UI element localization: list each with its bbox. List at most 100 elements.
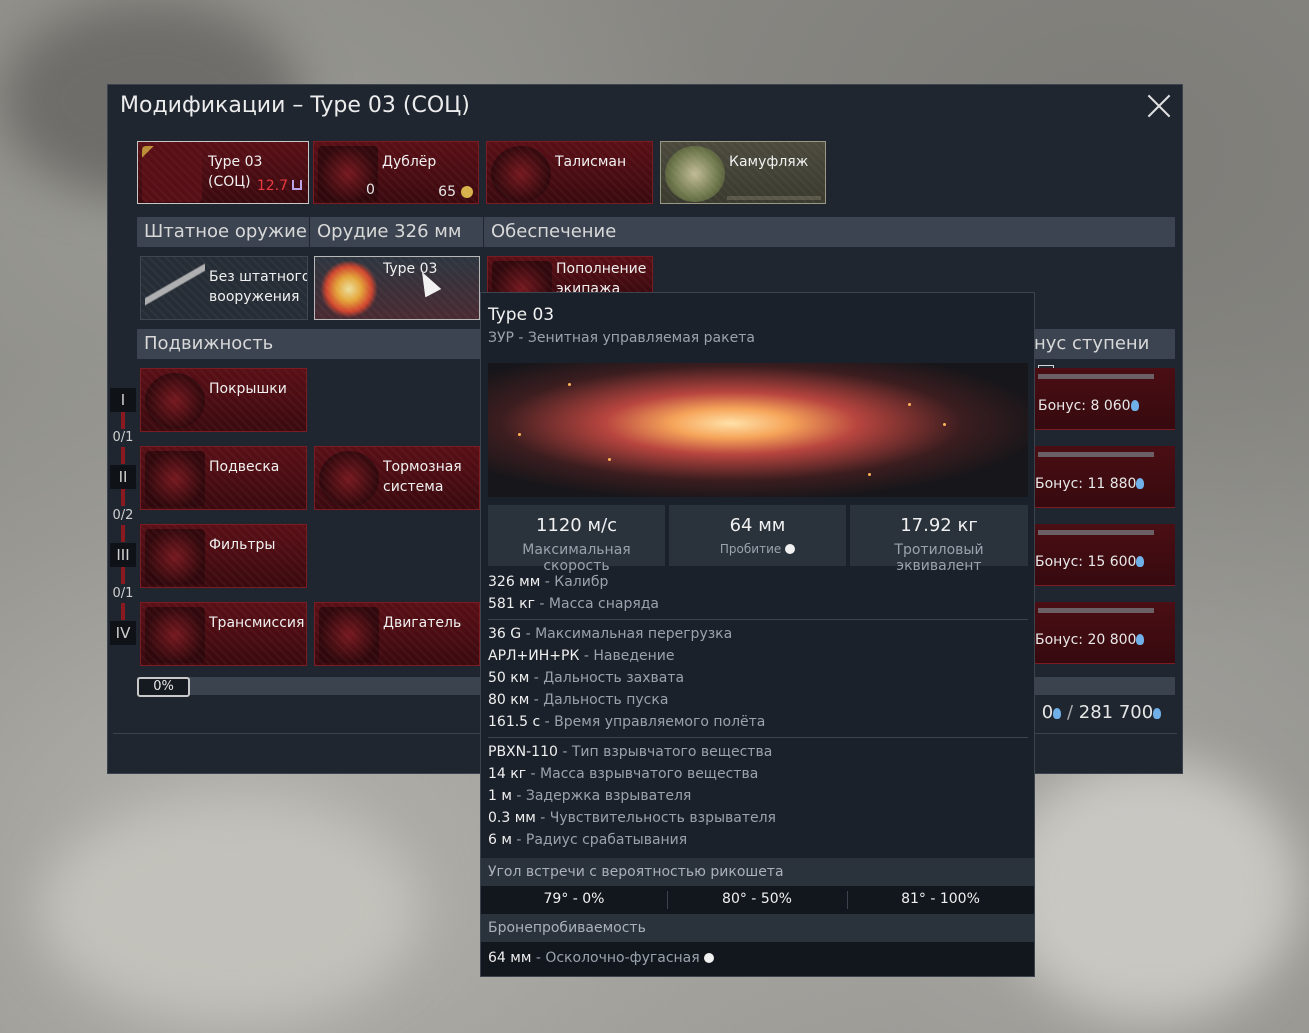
stat-speed: 1120 м/с Максимальная скорость <box>488 505 665 574</box>
penetration-value: 64 мм - Осколочно-фугасная <box>488 950 715 966</box>
vehicle-name: Type 03 (СОЦ) <box>208 154 263 190</box>
talisman-slot[interactable]: Талисман <box>486 141 653 204</box>
background-blur <box>40 800 420 1020</box>
section-mobility: Подвижность <box>137 329 480 359</box>
spec-row: 36 G - Максимальная перегрузка <box>488 626 733 642</box>
missile-burst-icon <box>319 261 379 317</box>
crew-icon <box>492 261 552 295</box>
mod-label: Подвеска <box>209 459 280 475</box>
crew-replenish-label: Пополнение экипажа <box>556 261 647 296</box>
tire-icon <box>145 373 205 429</box>
crew-backup-count: 0 <box>366 182 375 198</box>
tier-bonus-2: Бонус: 11 880 <box>1034 446 1175 508</box>
spec-row: 581 кг - Масса снаряда <box>488 596 660 612</box>
tooltip-subtitle: ЗУР - Зенитная управляемая ракета <box>488 330 755 346</box>
bonus-value: Бонус: 8 060 <box>1038 398 1131 414</box>
bonus-bar <box>1038 374 1154 379</box>
vehicle-slot[interactable]: Type 03 (СОЦ) 12.7 <box>137 141 309 204</box>
tier-connector <box>121 412 125 429</box>
backup-crew-icon <box>318 146 378 202</box>
mod-tires[interactable]: Покрышки <box>140 368 307 432</box>
tier-3: III <box>110 543 136 567</box>
tier-2: II <box>110 465 136 489</box>
camouflage-slot[interactable]: Камуфляж <box>660 141 826 204</box>
tier-2-count: 0/2 <box>112 508 134 523</box>
vehicle-icon <box>142 146 202 202</box>
mod-brakes[interactable]: Тормозная система <box>314 446 480 510</box>
tooltip-title: Type 03 <box>488 305 555 325</box>
bonus-bar <box>1038 608 1154 613</box>
penetration-header: Бронепробиваемость <box>481 914 1034 942</box>
stat-label: Пробитие <box>669 542 846 556</box>
mod-filters[interactable]: Фильтры <box>140 524 307 588</box>
crew-backup-cost: 65 <box>438 184 456 200</box>
tier-1: I <box>110 388 136 412</box>
tier-connector <box>121 447 125 464</box>
stat-penetration: 64 мм Пробитие <box>669 505 846 566</box>
research-point-icon <box>1153 708 1162 719</box>
spec-row: 50 км - Дальность захвата <box>488 670 685 686</box>
crew-replenish-slot[interactable]: Пополнение экипажа <box>487 256 653 296</box>
research-percent: 0% <box>137 677 190 697</box>
section-tier-bonus: нус ступени ? <box>1034 329 1175 381</box>
mod-label: Тормозная система <box>383 459 462 495</box>
section-support: Обеспечение <box>484 217 1175 247</box>
bonus-value: Бонус: 20 800 <box>1035 632 1137 648</box>
type03-missile-slot[interactable]: Type 03 <box>314 256 480 320</box>
spec-row: PBXN-110 - Тип взрывчатого вещества <box>488 744 773 760</box>
tier-bonus-1: Бонус: 8 060 <box>1034 368 1175 430</box>
stat-value: 17.92 кг <box>900 515 978 536</box>
close-icon[interactable] <box>1146 93 1172 119</box>
window-title: Модификации – Type 03 (СОЦ) <box>120 93 470 118</box>
stat-label: Тротиловый эквивалент <box>894 542 984 574</box>
tier-connector <box>121 567 125 584</box>
ricochet-header: Угол встречи с вероятностью рикошета <box>481 858 1034 886</box>
tier-connector <box>121 603 125 620</box>
transmission-icon <box>145 607 205 663</box>
spec-row: 161.5 с - Время управляемого полёта <box>488 714 766 730</box>
background-blur <box>1000 760 1300 1020</box>
explosion-image <box>488 363 1028 497</box>
eagle-icon <box>461 186 473 198</box>
section-gun: Орудие 326 мм <box>310 217 483 247</box>
stat-tnt: 17.92 кг Тротиловый эквивалент <box>850 505 1028 574</box>
camouflage-progress <box>727 196 821 200</box>
mod-suspension[interactable]: Подвеска <box>140 446 307 510</box>
section-standard-weapons: Штатное оружие <box>137 217 309 247</box>
mod-transmission[interactable]: Трансмиссия <box>140 602 307 666</box>
mod-label: Фильтры <box>209 537 276 553</box>
talisman-icon <box>491 146 551 202</box>
crew-backup-slot[interactable]: Дублёр 0 65 <box>313 141 479 204</box>
spec-row: АРЛ+ИН+РК - Наведение <box>488 648 675 664</box>
battle-rating: 12.7 <box>256 178 288 194</box>
tier-3-count: 0/1 <box>112 586 134 601</box>
mod-label: Двигатель <box>383 615 462 631</box>
bonus-value: Бонус: 11 880 <box>1035 476 1137 492</box>
spec-row: 6 м - Радиус срабатывания <box>488 832 688 848</box>
bonus-value: Бонус: 15 600 <box>1035 554 1137 570</box>
tier-bonus-3: Бонус: 15 600 <box>1034 524 1175 586</box>
research-point-icon <box>1136 634 1145 645</box>
mod-label: Трансмиссия <box>209 615 305 631</box>
ricochet-value: 80° - 50% <box>722 891 792 907</box>
rp-total: 281 700 <box>1078 702 1154 723</box>
mod-label: Покрышки <box>209 381 287 397</box>
mod-engine[interactable]: Двигатель <box>314 602 480 666</box>
divider <box>488 737 1028 738</box>
no-weapons-slot[interactable]: Без штатного вооружения <box>140 256 308 320</box>
stat-value: 64 мм <box>729 515 786 536</box>
brake-icon <box>319 451 379 507</box>
tier-connector <box>121 525 125 542</box>
ricochet-value: 81° - 100% <box>901 891 980 907</box>
tier-1-count: 0/1 <box>112 430 134 445</box>
spec-row: 0.3 мм - Чувствительность взрывателя <box>488 810 776 826</box>
spec-row: 80 км - Дальность пуска <box>488 692 669 708</box>
ricochet-value: 79° - 0% <box>543 891 605 907</box>
research-point-icon <box>1130 400 1139 411</box>
bonus-bar <box>1038 452 1154 457</box>
bonus-bar <box>1038 530 1154 535</box>
weapon-tooltip: Type 03 ЗУР - Зенитная управляемая ракет… <box>480 292 1035 977</box>
camouflage-label: Камуфляж <box>729 154 809 170</box>
br-icon <box>292 180 302 190</box>
spec-row: 1 м - Задержка взрывателя <box>488 788 692 804</box>
